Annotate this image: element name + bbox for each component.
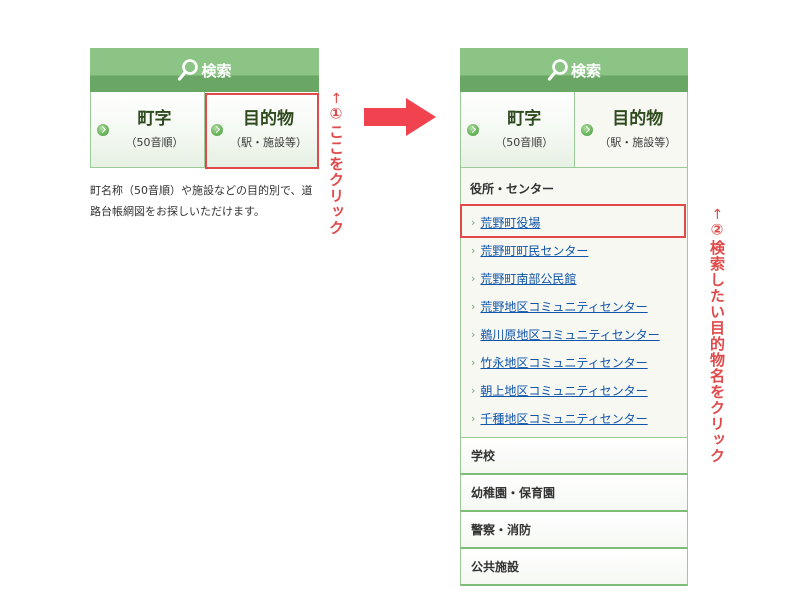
tab-town-sub: （50音順）: [495, 136, 554, 149]
list-item-label[interactable]: 竹永地区コミュニティセンター: [480, 354, 647, 371]
tab-town-sub: （50音順）: [125, 136, 184, 149]
category-kindergarten[interactable]: 幼稚園・保育園: [460, 475, 688, 512]
list-item[interactable]: › 鵜川原地区コミュニティセンター: [461, 320, 687, 348]
chevron-right-icon: ›: [471, 327, 476, 341]
annotation-step2: ←②検索したい目的物名をクリック: [708, 208, 726, 464]
search-header-label: 検索: [201, 61, 232, 80]
tab-facility-sub: （駅・施設等）: [599, 136, 677, 149]
annotation-step1: ←①ここをクリック: [327, 92, 345, 236]
list-item[interactable]: › 荒野地区コミュニティセンター: [461, 292, 687, 320]
annotation-step1-text: ①ここをクリック: [327, 104, 345, 236]
annotation-step2-text: ②検索したい目的物名をクリック: [708, 220, 726, 464]
list-item[interactable]: › 朝上地区コミュニティセンター: [461, 376, 687, 404]
chevron-right-icon: ›: [471, 355, 476, 369]
facility-item-list: › 荒野町役場 › 荒野町町民センター › 荒野町南部公民館 › 荒野地区コミュニティセ…: [461, 208, 687, 432]
list-item-label[interactable]: 荒野町南部公民館: [480, 270, 576, 287]
highlight-facility-tab: [205, 93, 319, 169]
highlight-first-item: [460, 204, 686, 238]
magnifier-icon: [547, 59, 568, 81]
list-item-label[interactable]: 荒野地区コミュニティセンター: [480, 298, 647, 315]
list-item[interactable]: › 竹永地区コミュニティセンター: [461, 348, 687, 376]
category-police-fire[interactable]: 警察・消防: [460, 512, 688, 549]
search-header-left: 検索: [90, 48, 319, 92]
tab-facility[interactable]: 目的物 （駅・施設等）: [573, 92, 687, 167]
chevron-right-icon: ›: [471, 299, 476, 313]
tab-town-title: 町字: [137, 109, 172, 129]
category-public-facility[interactable]: 公共施設: [460, 549, 688, 586]
list-item[interactable]: › 荒野町町民センター: [461, 236, 687, 264]
chevron-right-icon: ›: [471, 383, 476, 397]
list-item[interactable]: › 荒野町南部公民館: [461, 264, 687, 292]
search-description: 町名称（50音順）や施設などの目的別で、道路台帳網図をお探しいただけます。: [90, 184, 313, 218]
tab-town[interactable]: 町字 （50音順）: [91, 92, 204, 167]
list-item-label[interactable]: 鵜川原地区コミュニティセンター: [480, 326, 659, 343]
tab-town-title: 町字: [507, 109, 542, 129]
list-item-label[interactable]: 千種地区コミュニティセンター: [480, 410, 647, 427]
list-item-label[interactable]: 荒野町町民センター: [480, 242, 588, 259]
list-item[interactable]: › 千種地区コミュニティセンター: [461, 404, 687, 432]
list-item-label[interactable]: 朝上地区コミュニティセンター: [480, 382, 647, 399]
annotation-step1-arrow: ←: [328, 92, 344, 105]
tab-town[interactable]: 町字 （50音順）: [461, 92, 574, 167]
search-header-label: 検索: [570, 61, 601, 80]
magnifier-icon: [178, 59, 199, 81]
search-header-right: 検索: [460, 48, 688, 92]
annotation-step2-arrow: ←: [709, 208, 725, 221]
category-open-title: 役所・センター: [470, 182, 555, 196]
chevron-right-icon: ›: [471, 243, 476, 257]
tab-bar-right: 町字 （50音順） 目的物 （駅・施設等）: [460, 92, 688, 168]
right-arrow-icon: [364, 98, 436, 136]
tab-facility-title: 目的物: [612, 109, 664, 129]
category-school[interactable]: 学校: [460, 438, 688, 475]
chevron-right-icon: ›: [471, 411, 476, 425]
chevron-right-icon: ›: [471, 271, 476, 285]
